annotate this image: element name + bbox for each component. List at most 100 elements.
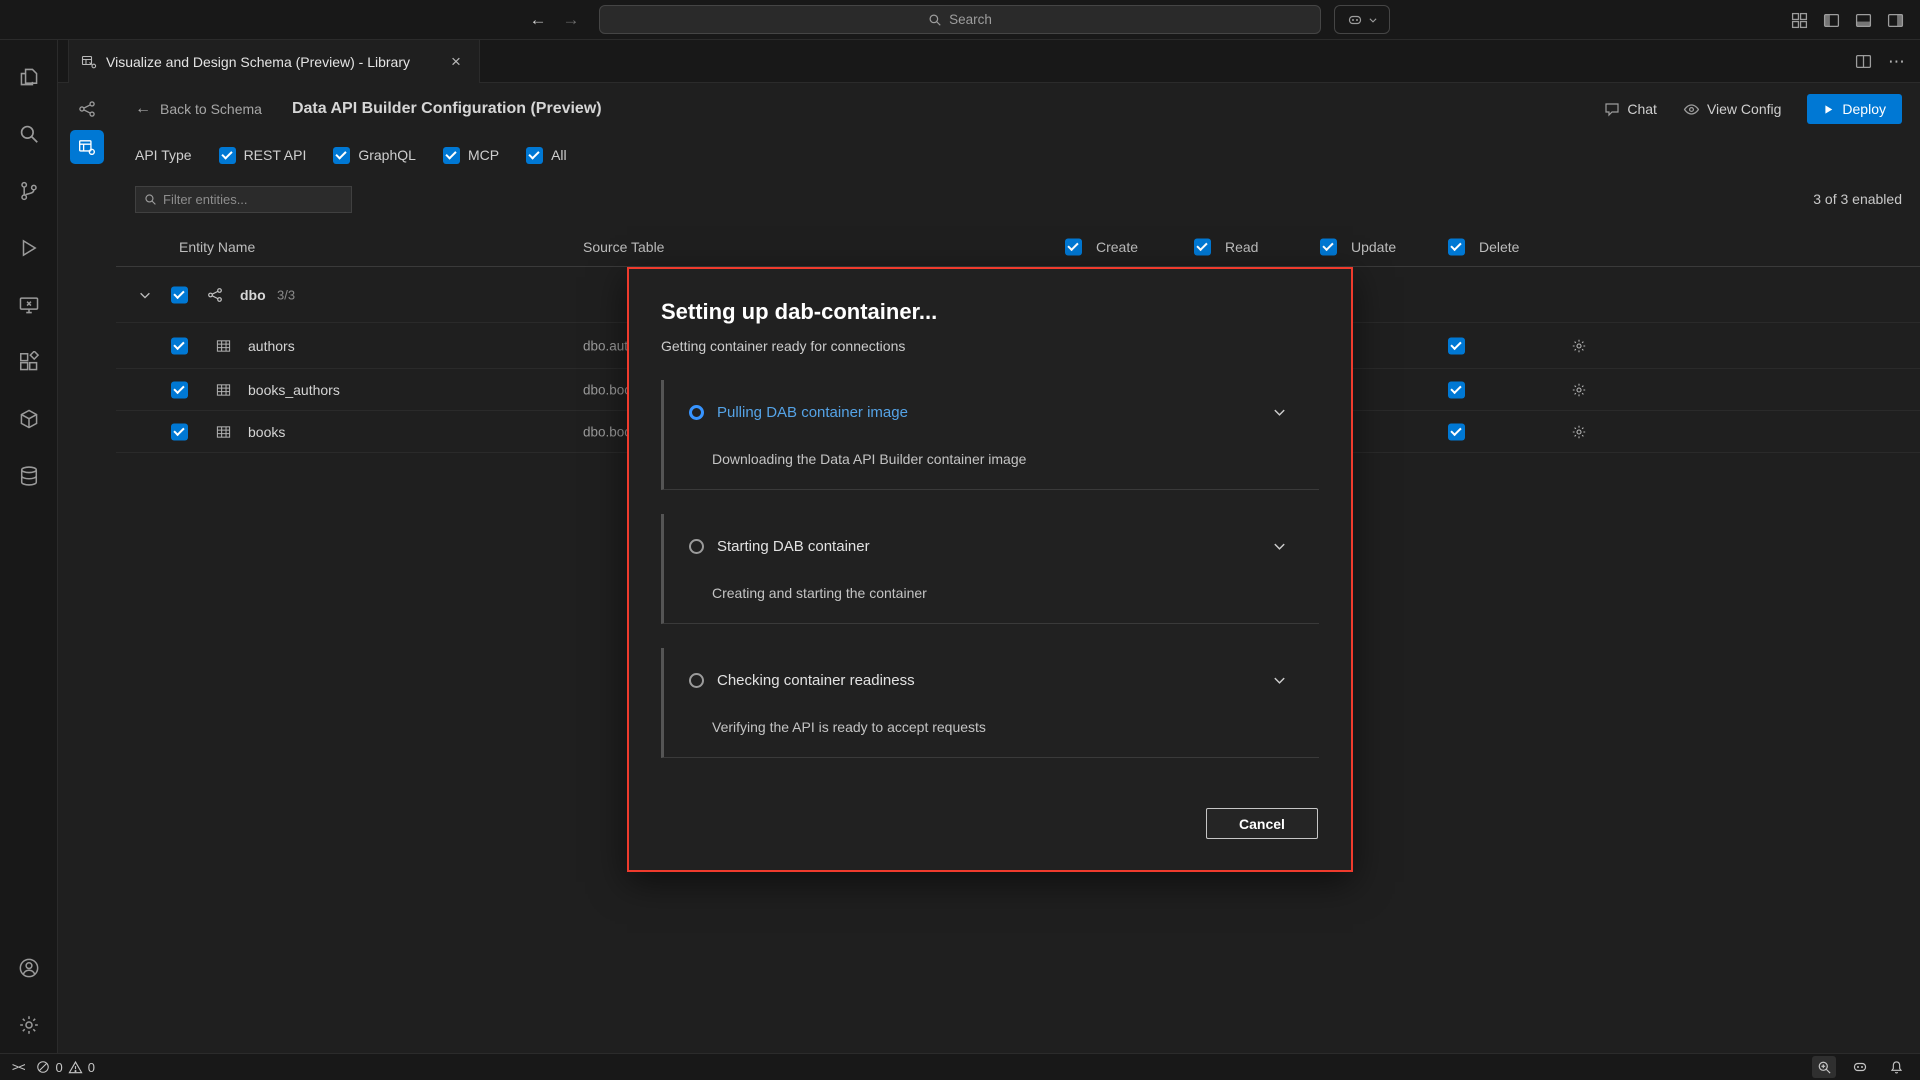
copilot-menu-button[interactable] xyxy=(1334,5,1390,34)
entity-name: books xyxy=(248,424,285,440)
search-sidebar-icon[interactable] xyxy=(0,105,58,162)
toggle-secondary-sidebar-icon[interactable] xyxy=(1887,12,1904,29)
row-settings-gear-icon[interactable] xyxy=(1571,424,1587,440)
pending-circle-icon xyxy=(689,673,704,688)
chevron-down-icon xyxy=(1368,15,1378,25)
server-disconnected-icon[interactable] xyxy=(0,276,58,333)
delete-all-checkbox[interactable] xyxy=(1448,238,1465,255)
row-checkbox[interactable] xyxy=(171,337,188,354)
back-label: Back to Schema xyxy=(160,101,262,117)
update-all-checkbox[interactable] xyxy=(1320,238,1337,255)
row-checkbox[interactable] xyxy=(171,381,188,398)
read-all-checkbox[interactable] xyxy=(1194,238,1211,255)
notifications-bell-icon[interactable] xyxy=(1884,1056,1908,1078)
history-forward-icon[interactable]: → xyxy=(556,0,586,40)
search-icon xyxy=(928,13,942,27)
schema-designer-tab-icon xyxy=(81,54,97,70)
api-type-graphql[interactable]: GraphQL xyxy=(333,147,416,164)
tabbar-actions: ⋯ xyxy=(1855,40,1906,83)
chat-button[interactable]: Chat xyxy=(1604,101,1657,117)
status-bar: >< 0 0 xyxy=(0,1053,1920,1080)
group-name: dbo xyxy=(240,287,266,303)
spinner-icon xyxy=(689,405,704,420)
enabled-count: 3 of 3 enabled xyxy=(1813,191,1902,207)
activity-bar xyxy=(0,40,58,1053)
api-type-rest[interactable]: REST API xyxy=(219,147,307,164)
group-collapse-icon[interactable] xyxy=(138,288,152,302)
filter-entities-box[interactable] xyxy=(135,186,352,213)
rest-api-checkbox[interactable] xyxy=(219,147,236,164)
account-icon[interactable] xyxy=(0,939,58,996)
customize-layout-icon[interactable] xyxy=(1791,12,1808,29)
settings-gear-icon[interactable] xyxy=(0,996,58,1053)
filter-row: 3 of 3 enabled xyxy=(135,183,1902,219)
group-count: 3/3 xyxy=(277,287,295,302)
more-actions-icon[interactable]: ⋯ xyxy=(1888,52,1906,72)
all-checkbox[interactable] xyxy=(526,147,543,164)
table-icon xyxy=(216,424,231,439)
back-to-schema-link[interactable]: ← Back to Schema xyxy=(135,100,262,118)
schema-visualize-icon[interactable] xyxy=(70,92,104,126)
group-checkbox[interactable] xyxy=(171,286,188,303)
view-config-label: View Config xyxy=(1707,101,1781,117)
col-update: Update xyxy=(1351,239,1396,255)
api-type-mcp[interactable]: MCP xyxy=(443,147,499,164)
filter-entities-input[interactable] xyxy=(163,192,343,207)
step-description: Downloading the Data API Builder contain… xyxy=(712,451,1299,467)
row-settings-gear-icon[interactable] xyxy=(1571,338,1587,354)
header-actions: Chat View Config Deploy xyxy=(1604,94,1902,124)
run-debug-icon[interactable] xyxy=(0,219,58,276)
graphql-checkbox[interactable] xyxy=(333,147,350,164)
tab-title: Visualize and Design Schema (Preview) - … xyxy=(106,54,410,70)
cancel-button[interactable]: Cancel xyxy=(1206,808,1318,839)
step-header[interactable]: Starting DAB container xyxy=(689,538,1299,555)
search-placeholder: Search xyxy=(949,12,992,27)
problems-indicator[interactable]: 0 0 xyxy=(36,1060,94,1075)
warning-icon xyxy=(68,1060,83,1075)
mcp-checkbox[interactable] xyxy=(443,147,460,164)
delete-checkbox[interactable] xyxy=(1448,337,1465,354)
dab-config-icon[interactable] xyxy=(70,130,104,164)
source-control-icon[interactable] xyxy=(0,162,58,219)
api-type-all[interactable]: All xyxy=(526,147,567,164)
step-header[interactable]: Checking container readiness xyxy=(689,672,1299,689)
remote-indicator-icon[interactable]: >< xyxy=(12,1060,24,1074)
step-pull-image: Pulling DAB container image Downloading … xyxy=(661,380,1319,490)
tab-close-icon[interactable]: × xyxy=(445,51,467,73)
schema-icon xyxy=(207,287,223,303)
deploy-button[interactable]: Deploy xyxy=(1807,94,1902,124)
step-header[interactable]: Pulling DAB container image xyxy=(689,404,1299,421)
table-icon xyxy=(216,338,231,353)
create-all-checkbox[interactable] xyxy=(1065,238,1082,255)
editor-tab-bar: Visualize and Design Schema (Preview) - … xyxy=(58,40,1920,83)
graphql-label: GraphQL xyxy=(358,147,416,163)
tab-visualize-schema[interactable]: Visualize and Design Schema (Preview) - … xyxy=(68,40,480,83)
titlebar: ← → Search xyxy=(0,0,1920,40)
history-back-icon[interactable]: ← xyxy=(523,0,553,40)
zoom-in-icon[interactable] xyxy=(1812,1056,1836,1078)
toggle-sidebar-icon[interactable] xyxy=(1823,12,1840,29)
toggle-panel-icon[interactable] xyxy=(1855,12,1872,29)
step-start-container: Starting DAB container Creating and star… xyxy=(661,514,1319,624)
chevron-down-icon[interactable] xyxy=(1272,673,1287,688)
chevron-down-icon[interactable] xyxy=(1272,405,1287,420)
extensions-icon[interactable] xyxy=(0,333,58,390)
delete-checkbox[interactable] xyxy=(1448,423,1465,440)
copilot-icon xyxy=(1347,12,1363,28)
explorer-icon[interactable] xyxy=(0,48,58,105)
page-title: Data API Builder Configuration (Preview) xyxy=(292,100,602,118)
row-settings-gear-icon[interactable] xyxy=(1571,382,1587,398)
entity-name: authors xyxy=(248,338,295,354)
delete-checkbox[interactable] xyxy=(1448,381,1465,398)
split-editor-icon[interactable] xyxy=(1855,53,1872,70)
database-icon[interactable] xyxy=(0,447,58,504)
dialog-title: Setting up dab-container... xyxy=(661,299,1319,325)
copilot-status-icon[interactable] xyxy=(1848,1056,1872,1078)
containers-icon[interactable] xyxy=(0,390,58,447)
chevron-down-icon[interactable] xyxy=(1272,539,1287,554)
chat-icon xyxy=(1604,101,1620,117)
view-config-button[interactable]: View Config xyxy=(1683,101,1781,118)
all-label: All xyxy=(551,147,567,163)
row-checkbox[interactable] xyxy=(171,423,188,440)
command-center-search[interactable]: Search xyxy=(599,5,1321,34)
